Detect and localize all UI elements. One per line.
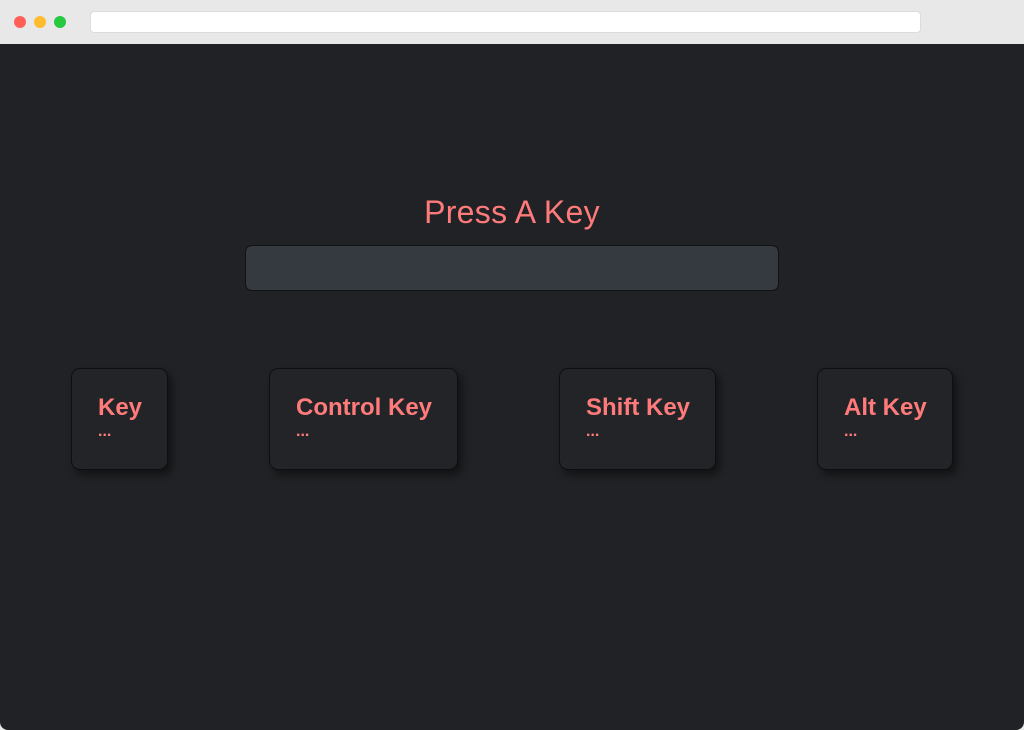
key-card: Key ... bbox=[71, 368, 168, 470]
shift-key-card-label: Shift Key bbox=[586, 394, 691, 421]
control-key-card: Control Key ... bbox=[269, 368, 458, 470]
alt-key-card-value: ... bbox=[844, 423, 858, 440]
shift-key-card-value: ... bbox=[586, 423, 600, 440]
key-card-label: Key bbox=[98, 394, 143, 421]
control-key-card-value: ... bbox=[296, 423, 310, 440]
maximize-window-button[interactable] bbox=[54, 16, 66, 28]
alt-key-card-label: Alt Key bbox=[844, 394, 927, 421]
minimize-window-button[interactable] bbox=[34, 16, 46, 28]
alt-key-card: Alt Key ... bbox=[817, 368, 953, 470]
browser-toolbar bbox=[0, 0, 1024, 44]
page-title: Press A Key bbox=[424, 194, 600, 230]
page-viewport: Press A Key Key ... Control Key ... Shif… bbox=[0, 44, 1024, 730]
address-bar[interactable] bbox=[90, 11, 921, 33]
key-input[interactable] bbox=[245, 245, 779, 291]
close-window-button[interactable] bbox=[14, 16, 26, 28]
key-card-value: ... bbox=[98, 423, 112, 440]
shift-key-card: Shift Key ... bbox=[559, 368, 716, 470]
control-key-card-label: Control Key bbox=[296, 394, 433, 421]
